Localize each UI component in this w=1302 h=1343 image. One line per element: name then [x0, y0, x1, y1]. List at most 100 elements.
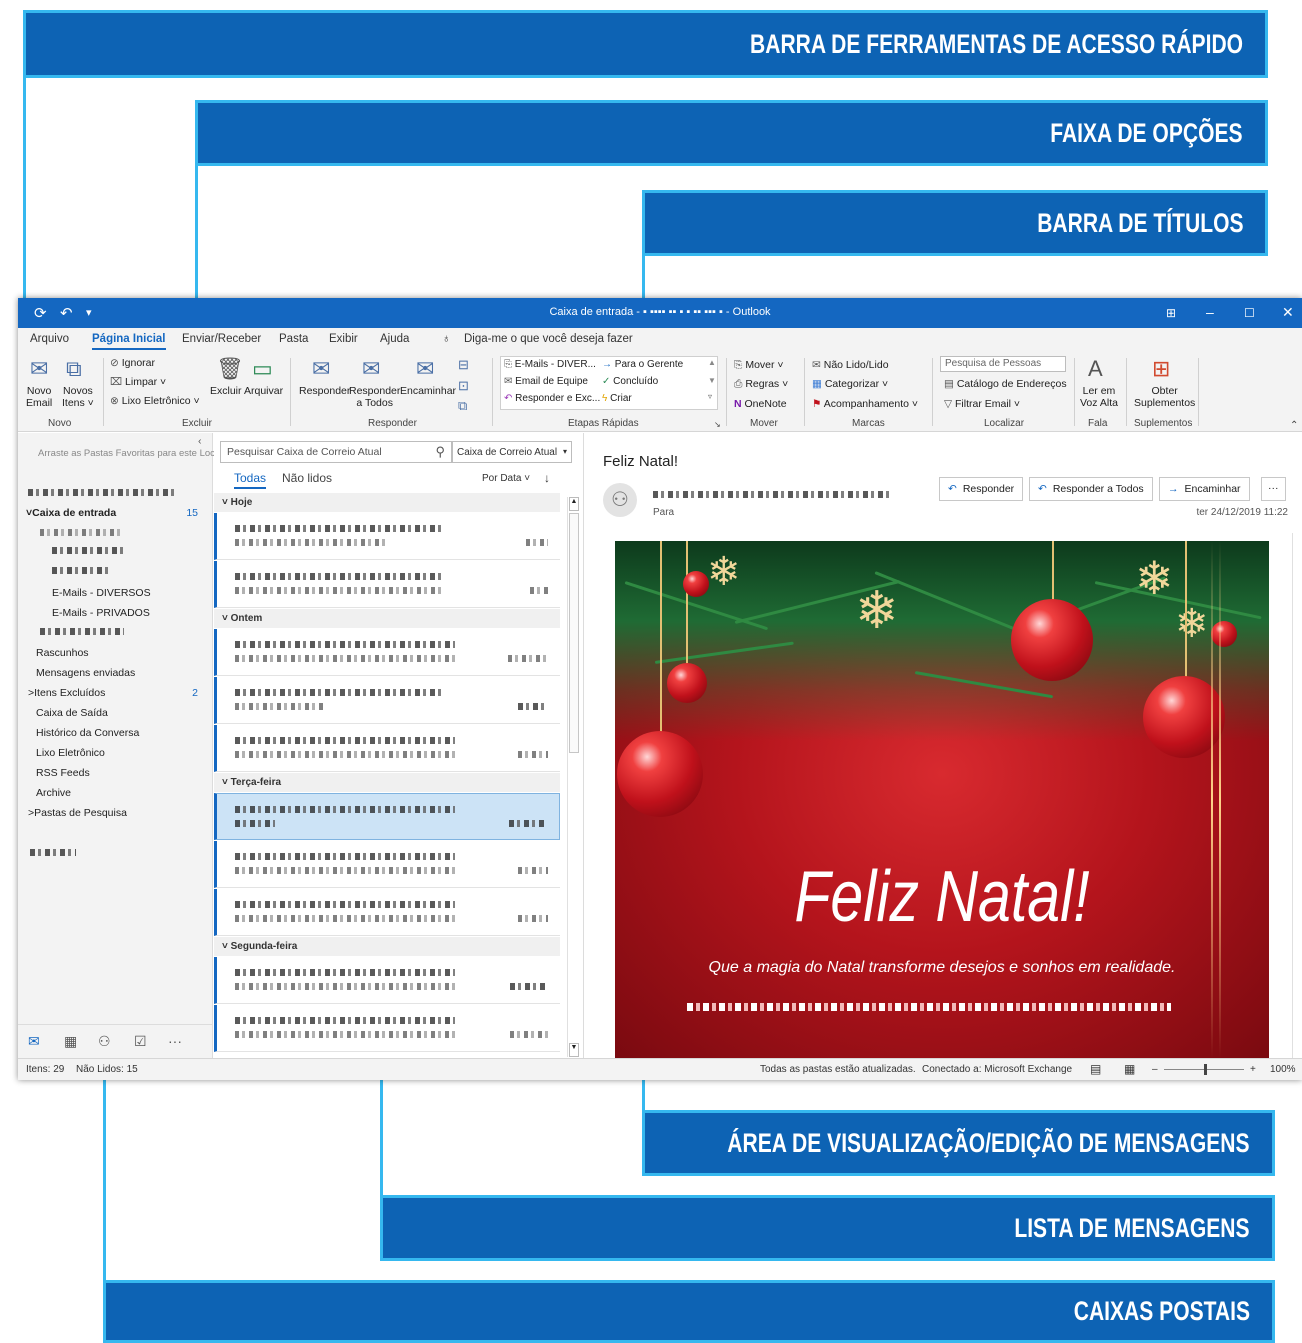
folder-archive[interactable]: Archive	[36, 787, 71, 799]
scrollbar-thumb[interactable]	[569, 513, 579, 753]
minimize-icon[interactable]: –	[1206, 304, 1214, 320]
list-item[interactable]	[214, 841, 560, 888]
folder-emails-privados[interactable]: E-Mails - PRIVADOS	[52, 607, 150, 619]
people-search-input[interactable]: Pesquisa de Pessoas	[940, 356, 1066, 372]
zoom-slider[interactable]	[1164, 1064, 1244, 1075]
quick-step-gerente[interactable]: → Para o Gerente	[602, 359, 683, 370]
zoom-out-icon[interactable]: –	[1152, 1064, 1158, 1075]
normal-view-icon[interactable]: ▤	[1090, 1062, 1101, 1076]
list-item[interactable]	[214, 629, 560, 676]
gallery-down-icon[interactable]: ▼	[708, 376, 716, 385]
sender-name[interactable]	[653, 489, 893, 501]
reply-button-reading[interactable]: ↶ Responder	[939, 477, 1024, 501]
tab-arquivo[interactable]: Arquivo	[30, 333, 69, 345]
tell-me-input[interactable]: Diga-me o que você deseja fazer	[464, 333, 633, 345]
folder-pastas-de-pesquisa[interactable]: >Pastas de Pesquisa	[28, 807, 127, 819]
zoom-slider-thumb[interactable]	[1204, 1064, 1207, 1075]
filter-all[interactable]: Todas	[234, 471, 267, 489]
list-item[interactable]	[214, 513, 560, 560]
ribbon-display-icon[interactable]: ⊞	[1166, 306, 1176, 320]
folder-redacted[interactable]	[40, 527, 124, 539]
tell-me-icon[interactable]: ♁	[442, 333, 451, 345]
move-button[interactable]: ⎘ Mover ˅	[734, 359, 784, 372]
forward-button[interactable]: Encaminhar	[400, 385, 456, 397]
folder-redacted[interactable]	[40, 626, 124, 638]
new-email-button[interactable]: Novo Email	[26, 385, 52, 409]
scroll-down-icon[interactable]: ▼	[569, 1043, 579, 1057]
meeting-icon[interactable]: ⊟	[458, 357, 469, 373]
search-scope-dropdown[interactable]: Caixa de Correio Atual ▾	[452, 441, 572, 463]
sort-dropdown[interactable]: Por Data ˅	[482, 473, 530, 484]
avatar[interactable]: ⚇	[603, 483, 637, 517]
folder-inbox[interactable]: ˅Caixa de entrada	[26, 507, 116, 519]
gallery-more-icon[interactable]: ▿	[708, 392, 712, 401]
secondary-account[interactable]	[30, 847, 76, 859]
dialog-launcher-icon[interactable]: ↘	[714, 420, 721, 429]
folder-mensagens-enviadas[interactable]: Mensagens enviadas	[36, 667, 135, 679]
reading-view-icon[interactable]: ▦	[1124, 1062, 1135, 1076]
onenote-button[interactable]: N OneNote	[734, 398, 787, 410]
account-name[interactable]	[28, 487, 178, 499]
reply-all-button-reading[interactable]: ↶ Responder a Todos	[1029, 477, 1153, 501]
list-item[interactable]	[214, 677, 560, 724]
group-header-hoje[interactable]: ˅ Hoje	[214, 493, 560, 512]
message-list-scrollbar[interactable]: ▲ ▼	[567, 497, 579, 1057]
list-item[interactable]	[214, 1005, 560, 1052]
folder-historico-conversa[interactable]: Histórico da Conversa	[36, 727, 139, 739]
filter-email-button[interactable]: ▽ Filtrar Email ˅	[944, 398, 1020, 410]
search-input[interactable]: Pesquisar Caixa de Correio Atual ⚲	[220, 441, 452, 463]
folder-redacted[interactable]	[52, 565, 108, 577]
get-add-ins-button[interactable]: Obter Suplementos	[1134, 385, 1195, 409]
quick-step-criar[interactable]: ϟ Criar	[602, 393, 632, 404]
list-item[interactable]	[214, 889, 560, 936]
tab-enviar-receber[interactable]: Enviar/Receber	[182, 333, 261, 345]
clean-up-button[interactable]: ⌧ Limpar ˅	[110, 376, 166, 388]
quick-step-equipe[interactable]: ✉ Email de Equipe	[504, 376, 588, 387]
reply-button[interactable]: Responder	[299, 385, 350, 397]
reply-all-button[interactable]: Responder a Todos	[349, 385, 400, 409]
tab-pagina-inicial[interactable]: Página Inicial	[92, 333, 166, 350]
filter-unread[interactable]: Não lidos	[282, 471, 332, 485]
close-icon[interactable]: ✕	[1282, 304, 1294, 321]
more-apps-icon[interactable]: ···	[168, 1033, 182, 1049]
calendar-icon[interactable]: ▦	[64, 1033, 77, 1050]
quick-step-diversos[interactable]: ⎘ E-Mails - DIVER...	[504, 359, 596, 370]
new-items-button[interactable]: Novos Itens ˅	[62, 385, 94, 409]
unread-read-button[interactable]: ✉ Não Lido/Lido	[812, 359, 889, 371]
folder-rss-feeds[interactable]: RSS Feeds	[36, 767, 90, 779]
folder-emails-diversos[interactable]: E-Mails - DIVERSOS	[52, 587, 151, 599]
ignore-button[interactable]: ⊘ Ignorar	[110, 357, 155, 369]
reading-pane-scrollbar[interactable]	[1292, 533, 1302, 1058]
mail-icon[interactable]: ✉	[28, 1033, 40, 1050]
quick-step-concluido[interactable]: ✓ Concluído	[602, 376, 658, 387]
forward-button-reading[interactable]: → Encaminhar	[1159, 477, 1250, 501]
folder-rascunhos[interactable]: Rascunhos	[36, 647, 89, 659]
list-item[interactable]	[214, 725, 560, 772]
group-header-segunda-feira[interactable]: ˅ Segunda-feira	[214, 937, 560, 956]
tab-ajuda[interactable]: Ajuda	[380, 333, 409, 345]
list-item[interactable]	[214, 561, 560, 608]
sort-direction-icon[interactable]: ↓	[544, 471, 550, 485]
scroll-up-icon[interactable]: ▲	[569, 497, 579, 511]
archive-button[interactable]: Arquivar	[244, 385, 283, 397]
folder-redacted[interactable]	[52, 545, 124, 557]
group-header-terca-feira[interactable]: ˅ Terça-feira	[214, 773, 560, 792]
follow-up-button[interactable]: ⚑ Acompanhamento ˅	[812, 398, 918, 410]
address-book-button[interactable]: ▤ Catálogo de Endereços	[944, 378, 1067, 390]
gallery-up-icon[interactable]: ▲	[708, 358, 716, 367]
group-header-ontem[interactable]: ˅ Ontem	[214, 609, 560, 628]
read-aloud-button[interactable]: Ler em Voz Alta	[1080, 385, 1118, 409]
im-icon[interactable]: ⊡	[458, 378, 469, 394]
folder-itens-excluidos[interactable]: >Itens Excluídos	[28, 687, 105, 699]
people-icon[interactable]: ⚇	[98, 1033, 111, 1050]
folder-caixa-de-saida[interactable]: Caixa de Saída	[36, 707, 108, 719]
categorize-button[interactable]: ▦ Categorizar ˅	[812, 378, 888, 390]
more-actions-button[interactable]: ···	[1261, 477, 1286, 501]
delete-button[interactable]: Excluir	[210, 385, 242, 397]
folder-lixo-eletronico[interactable]: Lixo Eletrônico	[36, 747, 105, 759]
maximize-icon[interactable]: ☐	[1244, 306, 1255, 320]
rules-button[interactable]: ⎙ Regras ˅	[734, 378, 788, 391]
list-item[interactable]	[214, 957, 560, 1004]
collapse-folder-pane-icon[interactable]: ‹	[198, 435, 202, 447]
zoom-in-icon[interactable]: +	[1250, 1064, 1256, 1075]
